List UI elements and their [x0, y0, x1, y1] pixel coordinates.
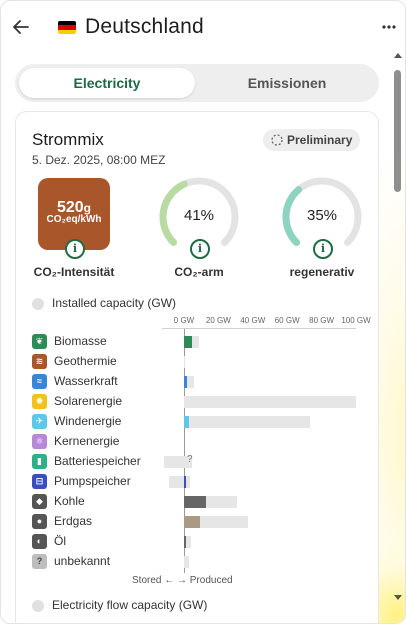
toggle-dot-icon	[32, 599, 44, 612]
stored-capacity-bar	[168, 476, 184, 488]
source-label: Öl	[54, 534, 66, 548]
more-horizontal-icon	[382, 25, 396, 29]
source-label: Biomasse	[54, 334, 107, 348]
production-bar	[184, 376, 187, 388]
loading-dashed-icon	[271, 134, 283, 146]
installed-capacity-bar	[184, 416, 310, 428]
wind-icon: ✈	[32, 414, 47, 429]
production-bar	[184, 536, 186, 548]
preliminary-badge[interactable]: Preliminary	[263, 129, 361, 151]
flow-capacity-label: Electricity flow capacity (GW)	[52, 598, 208, 612]
source-label: Batteriespeicher	[54, 454, 141, 468]
axis-tick-label: 40 GW	[240, 316, 266, 325]
source-label: Erdgas	[54, 514, 93, 528]
source-row[interactable]: ≈ Wasserkraft	[32, 373, 372, 391]
stored-produced-legend: Stored ← → Produced	[132, 575, 233, 586]
source-label: Kernenergie	[54, 434, 120, 448]
tab-emissionen[interactable]: Emissionen	[199, 68, 375, 98]
view-tabs: Electricity Emissionen	[15, 64, 379, 102]
axis-tick-label: 60 GW	[274, 316, 300, 325]
zone-panel: Deutschland Electricity Emissionen Strom…	[0, 0, 406, 624]
installed-capacity-label: Installed capacity (GW)	[52, 296, 177, 310]
source-row[interactable]: ✈ Windenergie	[32, 413, 372, 431]
carbon-intensity-unit: CO₂eq/kWh	[46, 214, 102, 225]
pump-icon: ⊟	[32, 474, 47, 489]
info-icon[interactable]: i	[313, 239, 333, 259]
source-row[interactable]: ≋ Geothermie	[32, 353, 372, 371]
back-button[interactable]	[9, 15, 33, 39]
low-carbon-value: 41%	[183, 207, 215, 224]
card-title: Strommix	[32, 130, 104, 149]
source-row[interactable]: ⚛ Kernenergie	[32, 433, 372, 451]
axis-tick-label: 20 GW	[205, 316, 231, 325]
preliminary-label: Preliminary	[287, 133, 353, 147]
production-bar	[184, 336, 192, 348]
page-title: Deutschland	[85, 15, 204, 38]
low-carbon-label: CO₂-arm	[174, 265, 224, 279]
axis-tick-label: 100 GW	[341, 316, 371, 325]
production-bar	[184, 516, 201, 528]
carbon-intensity-label: CO₂-Intensität	[33, 265, 115, 279]
card-date: 5. Dez. 2025, 08:00 MEZ	[32, 153, 166, 167]
atom-icon: ⚛	[32, 434, 47, 449]
source-label: Geothermie	[54, 354, 117, 368]
source-label: Windenergie	[54, 414, 122, 428]
scrollbar-thumb[interactable]	[394, 70, 401, 192]
source-row[interactable]: ✺ Solarenergie	[32, 393, 372, 411]
leaf-icon: ❦	[32, 334, 47, 349]
gas-icon: ●	[32, 514, 47, 529]
source-row[interactable]: ▮ Batteriespeicher?	[32, 453, 372, 471]
production-bar	[184, 496, 207, 508]
strommix-card: Strommix 5. Dez. 2025, 08:00 MEZ Prelimi…	[15, 111, 379, 623]
renewable-label: regenerativ	[289, 265, 355, 279]
flow-capacity-toggle[interactable]: Electricity flow capacity (GW)	[32, 598, 207, 612]
germany-flag-icon	[58, 21, 76, 34]
more-options-button[interactable]	[379, 17, 399, 37]
question-icon: ?	[32, 554, 47, 569]
production-bar	[184, 476, 186, 488]
panel-header: Deutschland	[1, 1, 405, 57]
scroll-up-arrow-icon[interactable]	[394, 53, 402, 58]
axis-baseline	[162, 328, 356, 329]
info-icon[interactable]: i	[65, 239, 85, 259]
source-label: Solarenergie	[54, 394, 123, 408]
source-row[interactable]: ◆ Kohle	[32, 493, 372, 511]
stored-capacity-bar	[163, 456, 184, 468]
axis-tick-label: 0 GW	[173, 316, 195, 325]
source-label: Wasserkraft	[54, 374, 118, 388]
heat-icon: ≋	[32, 354, 47, 369]
axis-tick-label: 80 GW	[309, 316, 335, 325]
source-row[interactable]: ◐ Öl	[32, 533, 372, 551]
production-bar	[184, 416, 190, 428]
capacity-axis: 0 GW 20 GW 40 GW 60 GW 80 GW 100 GW	[172, 316, 372, 328]
installed-capacity-bar	[184, 556, 190, 568]
source-label: Kohle	[54, 494, 85, 508]
battery-icon: ▮	[32, 454, 47, 469]
source-row[interactable]: ⊟ Pumpspeicher	[32, 473, 372, 491]
source-label: Pumpspeicher	[54, 474, 131, 488]
info-icon[interactable]: i	[190, 239, 210, 259]
waves-icon: ≈	[32, 374, 47, 389]
renewable-value: 35%	[306, 207, 338, 224]
toggle-dot-icon	[32, 297, 44, 310]
arrow-left-icon	[13, 20, 29, 34]
installed-capacity-bar	[184, 396, 356, 408]
installed-capacity-toggle[interactable]: Installed capacity (GW)	[32, 296, 176, 310]
source-row[interactable]: ❦ Biomasse	[32, 333, 372, 351]
coal-icon: ◆	[32, 494, 47, 509]
scroll-down-arrow-icon[interactable]	[394, 595, 402, 600]
source-row[interactable]: ? unbekannt	[32, 553, 372, 571]
sun-icon: ✺	[32, 394, 47, 409]
tab-electricity[interactable]: Electricity	[19, 68, 195, 98]
source-label: unbekannt	[54, 554, 111, 568]
oil-icon: ◐	[32, 534, 47, 549]
unknown-value-marker: ?	[187, 454, 193, 465]
source-row[interactable]: ● Erdgas	[32, 513, 372, 531]
